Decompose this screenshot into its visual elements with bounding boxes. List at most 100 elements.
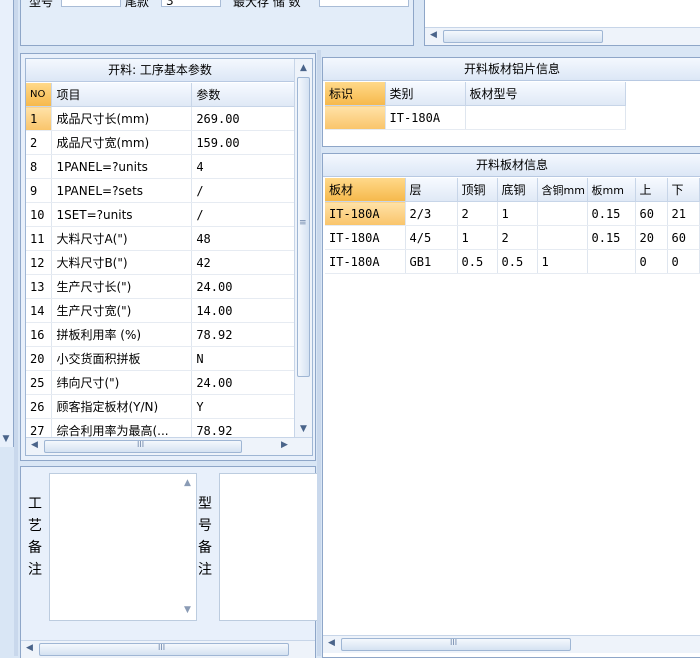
cell-down[interactable]: 0 (667, 249, 700, 274)
cell-value[interactable]: 4 (191, 154, 296, 179)
table-row[interactable]: 9 1PANEL=?sets / (26, 178, 296, 203)
cell-item[interactable]: 拼板利用率 (%) (51, 322, 193, 347)
cell-value[interactable]: Y (191, 394, 296, 419)
cell-no[interactable]: 13 (26, 274, 53, 299)
table-row[interactable]: 10 1SET=?units / (26, 202, 296, 227)
cell-up[interactable]: 60 (635, 201, 668, 226)
cell-value[interactable]: 159.00 (191, 130, 296, 155)
field3-input[interactable] (319, 0, 409, 7)
cell-mark[interactable] (325, 105, 386, 130)
col-header-model[interactable]: 板材型号 (465, 82, 626, 106)
cell-value[interactable]: / (191, 202, 296, 227)
cell-bottom-copper[interactable]: 2 (497, 225, 538, 250)
model-remark-textarea[interactable] (219, 473, 321, 621)
scroll-left-arrow-icon[interactable]: ◀ (324, 636, 339, 651)
scroll-up-arrow-icon[interactable]: ▲ (180, 476, 195, 491)
col-header-bottom-copper[interactable]: 底铜 (497, 178, 538, 202)
cell-no[interactable]: 12 (26, 250, 53, 275)
cell-value[interactable]: 24.00 (191, 370, 296, 395)
cell-category[interactable]: IT-180A (385, 105, 466, 130)
scroll-left-arrow-icon[interactable]: ◀ (426, 28, 441, 43)
cell-no[interactable]: 2 (26, 130, 53, 155)
cell-item[interactable]: 大料尺寸A(") (51, 226, 193, 251)
cell-value[interactable]: N (191, 346, 296, 371)
cell-no[interactable]: 10 (26, 202, 53, 227)
cell-item[interactable]: 生产尺寸长(") (51, 274, 193, 299)
cell-no[interactable]: 20 (26, 346, 53, 371)
table-row[interactable]: 13 生产尺寸长(") 24.00 (26, 274, 296, 299)
scroll-left-arrow-icon[interactable]: ◀ (27, 438, 42, 453)
table-row[interactable]: 16 拼板利用率 (%) 78.92 (26, 322, 296, 347)
process-remark-textarea[interactable]: ▲ ▼ (49, 473, 197, 621)
col-header-value[interactable]: 参数 (191, 83, 296, 107)
table-row[interactable]: 11 大料尺寸A(") 48 (26, 226, 296, 251)
cell-no[interactable]: 25 (26, 370, 53, 395)
cell-value[interactable]: 269.00 (191, 106, 296, 131)
cell-value[interactable]: 48 (191, 226, 296, 251)
cell-up[interactable]: 0 (635, 249, 668, 274)
cell-no[interactable]: 14 (26, 298, 53, 323)
scroll-thumb[interactable] (443, 30, 603, 43)
cell-item[interactable]: 综合利用率为最高(... (51, 418, 193, 439)
cell-bottom-copper[interactable]: 0.5 (497, 249, 538, 274)
col-header-board-mm[interactable]: 板mm (587, 178, 636, 202)
col-header-item[interactable]: 项目 (51, 83, 193, 107)
cell-copper-mm[interactable] (537, 225, 588, 250)
table-row[interactable]: 1 成品尺寸长(mm) 269.00 (26, 106, 296, 131)
cell-item[interactable]: 顾客指定板材(Y/N) (51, 394, 193, 419)
cell-value[interactable]: 14.00 (191, 298, 296, 323)
cell-board-mm[interactable]: 0.15 (587, 201, 636, 226)
table-row[interactable]: 12 大料尺寸B(") 42 (26, 250, 296, 275)
table-row[interactable]: 26 顾客指定板材(Y/N) Y (26, 394, 296, 419)
cell-copper-mm[interactable] (537, 201, 588, 226)
process-params-vscrollbar[interactable]: ▲ ≡ ▼ (294, 59, 312, 439)
col-header-up[interactable]: 上 (635, 178, 668, 202)
cell-down[interactable]: 60 (667, 225, 700, 250)
cell-layer[interactable]: GB1 (405, 249, 458, 274)
table-row[interactable]: IT-180A 4/5 1 2 0.15 20 60 (325, 225, 700, 250)
left-strip-down-arrow-icon[interactable]: ▼ (0, 432, 12, 447)
scroll-down-arrow-icon[interactable]: ▼ (296, 422, 311, 437)
cell-value[interactable]: / (191, 178, 296, 203)
remarks-hscrollbar[interactable]: ◀ III (21, 640, 315, 658)
table-row[interactable]: 27 综合利用率为最高(... 78.92 (26, 418, 296, 439)
cell-board[interactable]: IT-180A (325, 201, 406, 226)
scroll-right-arrow-icon[interactable]: ▶ (277, 438, 292, 453)
table-row[interactable]: 25 纬向尺寸(") 24.00 (26, 370, 296, 395)
cell-no[interactable]: 9 (26, 178, 53, 203)
cell-no[interactable]: 26 (26, 394, 53, 419)
cell-item[interactable]: 大料尺寸B(") (51, 250, 193, 275)
table-row[interactable]: IT-180A GB1 0.5 0.5 1 0 0 (325, 249, 700, 274)
scroll-thumb[interactable]: III (44, 440, 242, 453)
cell-down[interactable]: 21 (667, 201, 700, 226)
cell-item[interactable]: 1PANEL=?sets (51, 178, 193, 203)
cell-top-copper[interactable]: 2 (457, 201, 498, 226)
cell-item[interactable]: 成品尺寸长(mm) (51, 106, 193, 131)
cell-value[interactable]: 78.92 (191, 322, 296, 347)
cell-item[interactable]: 小交货面积拼板 (51, 346, 193, 371)
cell-value[interactable]: 78.92 (191, 418, 296, 439)
middle-vertical-splitter[interactable] (317, 50, 321, 656)
cell-item[interactable]: 生产尺寸宽(") (51, 298, 193, 323)
cell-item[interactable]: 1PANEL=?units (51, 154, 193, 179)
process-remark-vscrollbar[interactable]: ▲ ▼ (179, 474, 196, 620)
cell-value[interactable]: 24.00 (191, 274, 296, 299)
scroll-thumb[interactable]: ≡ (297, 77, 310, 377)
cell-bottom-copper[interactable]: 1 (497, 201, 538, 226)
cell-board-mm[interactable]: 0.15 (587, 225, 636, 250)
cell-layer[interactable]: 4/5 (405, 225, 458, 250)
board-info-hscrollbar[interactable]: ◀ III (323, 635, 700, 653)
cell-board-mm[interactable] (587, 249, 636, 274)
cell-no[interactable]: 11 (26, 226, 53, 251)
scroll-left-arrow-icon[interactable]: ◀ (22, 641, 37, 656)
col-header-top-copper[interactable]: 顶铜 (457, 178, 498, 202)
cell-board[interactable]: IT-180A (325, 225, 406, 250)
cell-item[interactable]: 成品尺寸宽(mm) (51, 130, 193, 155)
cell-layer[interactable]: 2/3 (405, 201, 458, 226)
cell-up[interactable]: 20 (635, 225, 668, 250)
scroll-thumb[interactable]: III (39, 643, 289, 656)
col-header-layer[interactable]: 层 (405, 178, 458, 202)
cell-board[interactable]: IT-180A (325, 249, 406, 274)
field1-input[interactable] (61, 0, 121, 7)
cell-item[interactable]: 纬向尺寸(") (51, 370, 193, 395)
